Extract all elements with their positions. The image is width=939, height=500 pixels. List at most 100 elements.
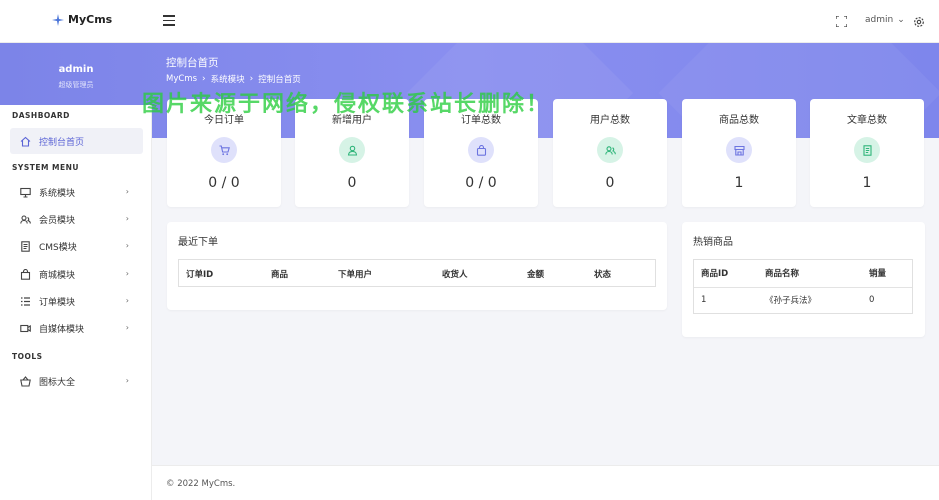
sidebar-item-dashboard[interactable]: 控制台首页 xyxy=(10,128,143,154)
brand-name: MyCms xyxy=(68,13,113,26)
chevron-right-icon: › xyxy=(125,241,129,250)
stat-label: 文章总数 xyxy=(847,115,887,126)
gear-icon[interactable] xyxy=(913,16,925,28)
column-header: 订单ID xyxy=(186,269,214,280)
column-header: 状态 xyxy=(594,269,612,280)
user-name: admin xyxy=(58,64,94,75)
stat-card-total-users: 用户总数 0 xyxy=(553,99,667,207)
sidebar-item-label: 会员模块 xyxy=(39,215,76,226)
breadcrumb-item[interactable]: MyCms xyxy=(166,74,197,84)
stat-value: 0 / 0 xyxy=(465,175,497,191)
sidebar-item-system[interactable]: 系统模块 › xyxy=(10,179,143,205)
breadcrumb-item[interactable]: 系统模块 xyxy=(211,73,245,85)
sidebar-item-cms[interactable]: CMS模块 › xyxy=(10,233,143,259)
home-icon xyxy=(20,136,31,147)
basket-icon xyxy=(20,375,31,387)
table-cell[interactable]: 《孙子兵法》 xyxy=(758,287,862,313)
hot-products-title: 热销商品 xyxy=(693,237,733,248)
page-title: 控制台首页 xyxy=(166,57,219,69)
article-icon xyxy=(854,137,880,163)
recent-orders-table: 订单ID 商品 下单用户 收货人 金额 状态 xyxy=(179,260,655,287)
section-dashboard: DASHBOARD xyxy=(12,111,70,120)
bag-icon xyxy=(20,268,31,280)
footer: © 2022 MyCms. xyxy=(152,465,939,500)
sidebar-item-label: 自媒体模块 xyxy=(39,324,85,335)
chevron-right-icon: › xyxy=(125,269,129,278)
monitor-icon xyxy=(20,187,31,198)
copyright-text: © 2022 MyCms. xyxy=(166,479,236,489)
table-row[interactable]: 1 《孙子兵法》 0 xyxy=(694,287,912,313)
sidebar-item-label: 图标大全 xyxy=(39,377,76,388)
stat-card-today-orders: 今日订单 0 / 0 xyxy=(167,99,281,207)
user-icon xyxy=(339,137,365,163)
sidebar-item-icons[interactable]: 图标大全 › xyxy=(10,368,143,394)
cart-icon xyxy=(211,137,237,163)
store-icon xyxy=(726,137,752,163)
sidebar-item-media[interactable]: 自媒体模块 › xyxy=(10,315,143,341)
sidebar-item-shop[interactable]: 商城模块 › xyxy=(10,261,143,287)
stat-value: 0 / 0 xyxy=(208,175,240,191)
user-menu[interactable]: admin ⌄ xyxy=(865,15,905,25)
document-icon xyxy=(21,240,30,252)
recent-orders-panel: 最近下单 订单ID 商品 下单用户 收货人 金额 状态 xyxy=(167,222,667,310)
users-icon xyxy=(597,137,623,163)
chevron-right-icon: › xyxy=(125,296,129,305)
chevron-right-icon: › xyxy=(125,323,129,332)
brand-logo[interactable]: MyCms xyxy=(52,13,112,26)
sidebar-user: admin 超级管理员 xyxy=(0,43,152,105)
sidebar-item-members[interactable]: 会员模块 › xyxy=(10,206,143,232)
sidebar-item-orders[interactable]: 订单模块 › xyxy=(10,288,143,314)
chevron-right-icon: › xyxy=(249,74,254,84)
table-cell: 0 xyxy=(869,295,875,306)
stat-value: 1 xyxy=(862,175,872,191)
table-cell: 1 xyxy=(701,295,707,306)
stat-card-total-products: 商品总数 1 xyxy=(682,99,796,207)
sidebar-item-label: 控制台首页 xyxy=(39,137,85,148)
logo-icon xyxy=(52,13,64,26)
stat-label: 今日订单 xyxy=(204,115,244,126)
column-header: 下单用户 xyxy=(338,269,373,280)
stat-label: 新增用户 xyxy=(332,115,372,126)
video-icon xyxy=(20,324,31,332)
stat-card-total-orders: 订单总数 0 / 0 xyxy=(424,99,538,207)
column-header: 商品ID xyxy=(694,260,758,288)
chevron-right-icon: › xyxy=(202,74,206,84)
column-header: 商品名称 xyxy=(758,260,862,288)
stat-value: 0 xyxy=(347,175,357,191)
stat-card-new-users: 新增用户 0 xyxy=(295,99,409,207)
users-icon xyxy=(20,214,31,224)
stat-value: 0 xyxy=(605,175,615,191)
menu-toggle-button[interactable] xyxy=(163,15,175,27)
column-header: 销量 xyxy=(862,260,912,288)
stat-label: 订单总数 xyxy=(461,115,501,126)
hot-products-panel: 热销商品 商品ID 商品名称 销量 1 《孙子兵法》 0 xyxy=(682,222,925,337)
stat-card-total-articles: 文章总数 1 xyxy=(810,99,924,207)
sidebar-item-label: 商城模块 xyxy=(39,270,76,281)
column-header: 金额 xyxy=(527,269,545,280)
stat-value: 1 xyxy=(734,175,744,191)
sidebar-item-label: 系统模块 xyxy=(39,188,76,199)
section-system-menu: SYSTEM MENU xyxy=(12,163,80,172)
sidebar-item-label: 订单模块 xyxy=(39,297,76,308)
user-menu-name: admin xyxy=(865,15,894,25)
chevron-down-icon: ⌄ xyxy=(897,15,905,25)
breadcrumb: MyCms › 系统模块 › 控制台首页 xyxy=(166,73,301,85)
recent-orders-title: 最近下单 xyxy=(178,237,218,248)
sidebar: DASHBOARD 控制台首页 SYSTEM MENU 系统模块 › 会员模块 … xyxy=(0,105,152,500)
stat-label: 用户总数 xyxy=(590,115,630,126)
chevron-right-icon: › xyxy=(125,376,129,385)
table-header-row: 商品ID 商品名称 销量 xyxy=(694,260,912,288)
bag-icon xyxy=(468,137,494,163)
column-header: 收货人 xyxy=(442,269,468,280)
sidebar-item-label: CMS模块 xyxy=(39,242,77,253)
stat-label: 商品总数 xyxy=(719,115,759,126)
column-header: 商品 xyxy=(271,269,289,280)
breadcrumb-item: 控制台首页 xyxy=(258,75,301,85)
hot-products-table: 商品ID 商品名称 销量 1 《孙子兵法》 0 xyxy=(694,260,912,313)
table-header-row: 订单ID 商品 下单用户 收货人 金额 状态 xyxy=(179,260,655,287)
fullscreen-icon[interactable] xyxy=(836,16,847,27)
chevron-right-icon: › xyxy=(125,214,129,223)
list-icon xyxy=(21,296,30,306)
user-role: 超级管理员 xyxy=(58,81,94,89)
section-tools: TOOLS xyxy=(12,352,43,361)
